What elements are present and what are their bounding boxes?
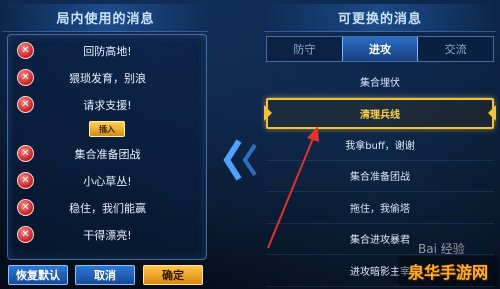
list-item[interactable]: ✕ 干得漂亮! <box>11 221 203 248</box>
chevron-left-icon <box>223 139 257 181</box>
tab-defense[interactable]: 防守 <box>267 37 342 61</box>
list-item[interactable]: ✕ 小心草丛! <box>11 167 203 194</box>
replaceable-messages-title: 可更换的消息 <box>264 4 496 32</box>
list-item[interactable]: ✕ 回防高地! <box>11 37 203 64</box>
message-label: 稳住，我们能赢 <box>69 201 146 215</box>
baidu-watermark: Bai 经验 <box>418 242 465 256</box>
tab-communication[interactable]: 交流 <box>418 37 493 61</box>
insert-button[interactable]: 插入 <box>89 121 125 137</box>
message-label: 请求支援! <box>83 98 132 112</box>
category-tabs: 防守 进攻 交流 <box>266 36 494 62</box>
list-item[interactable]: 我拿buff，谢谢 <box>266 129 494 161</box>
close-icon[interactable]: ✕ <box>17 42 34 59</box>
list-item[interactable]: ✕ 请求支援! <box>11 91 203 118</box>
list-item[interactable]: 拖住，我偷塔 <box>266 192 494 224</box>
message-label: 小心草丛! <box>83 174 132 188</box>
close-icon[interactable]: ✕ <box>17 172 34 189</box>
list-item[interactable]: 集合准备团战 <box>266 161 494 192</box>
close-icon[interactable]: ✕ <box>17 69 34 86</box>
tab-attack[interactable]: 进攻 <box>341 37 419 61</box>
message-label: 回防高地! <box>83 44 132 58</box>
in-game-messages-panel: 局内使用的消息 ✕ 回防高地! ✕ 猥琐发育，别浪 ✕ 请求支援! 插入 ✕ 集… <box>3 4 208 262</box>
confirm-button[interactable]: 确定 <box>143 265 203 285</box>
close-icon[interactable]: ✕ <box>17 96 34 113</box>
list-item[interactable]: ✕ 集合准备团战 <box>11 140 203 167</box>
in-game-messages-title: 局内使用的消息 <box>3 4 208 32</box>
close-icon[interactable]: ✕ <box>17 199 34 216</box>
list-item[interactable]: ✕ 猥琐发育，别浪 <box>11 64 203 91</box>
message-label: 集合准备团战 <box>74 147 141 161</box>
close-icon[interactable]: ✕ <box>17 226 34 243</box>
list-item[interactable]: ✕ 稳住，我们能赢 <box>11 194 203 221</box>
message-label: 猥琐发育，别浪 <box>69 71 146 85</box>
reset-default-button[interactable]: 恢复默认 <box>8 265 68 285</box>
message-label: 干得漂亮! <box>83 228 132 242</box>
list-item-selected[interactable]: 清理兵线 <box>266 97 494 129</box>
cancel-button[interactable]: 取消 <box>75 265 135 285</box>
in-game-messages-list: ✕ 回防高地! ✕ 猥琐发育，别浪 ✕ 请求支援! 插入 ✕ 集合准备团战 ✕ … <box>7 34 207 260</box>
close-icon[interactable]: ✕ <box>17 145 34 162</box>
site-watermark: 泉华手游网 <box>398 256 498 286</box>
insert-slot: 插入 <box>11 118 203 140</box>
list-item[interactable]: 集合埋伏 <box>266 66 494 98</box>
